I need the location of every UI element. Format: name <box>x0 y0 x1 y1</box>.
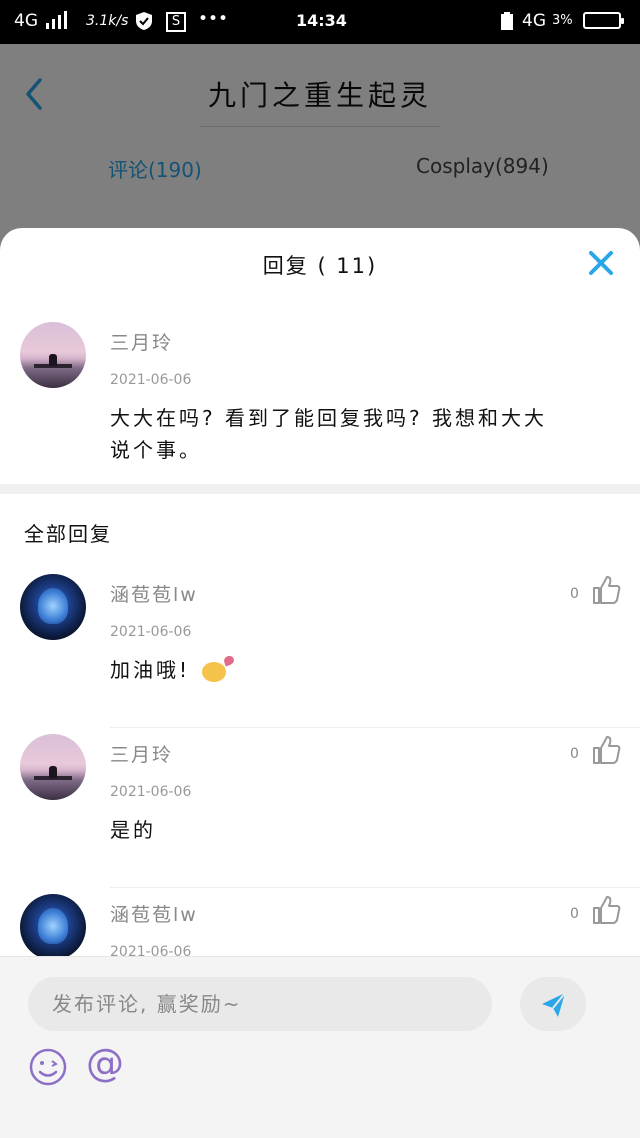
avatar[interactable] <box>20 322 86 388</box>
section-divider <box>0 484 640 494</box>
kiss-emoji-icon <box>202 661 227 682</box>
network-speed: 3.1k/s <box>86 13 129 29</box>
reply-text: 是的 <box>110 818 156 842</box>
close-button[interactable] <box>584 246 618 280</box>
thumbs-up-icon[interactable] <box>590 574 622 606</box>
network-type-right: 4G <box>522 11 546 31</box>
comment-text-line1: 大大在吗? 看到了能回复我吗? 我想和大大 <box>110 406 547 430</box>
reply-author[interactable]: 涵苞苞lw <box>110 580 198 607</box>
thumbs-up-icon[interactable] <box>590 734 622 766</box>
avatar[interactable] <box>20 734 86 800</box>
status-bar: 4G 3.1k/s S ••• 14:34 4G 3% <box>0 0 640 44</box>
all-replies-title: 全部回复 <box>24 522 112 546</box>
avatar[interactable] <box>20 574 86 640</box>
like-count: 0 <box>570 746 579 762</box>
comment-author[interactable]: 三月玲 <box>110 328 173 355</box>
reply-date: 2021-06-06 <box>110 784 192 800</box>
reply-author[interactable]: 三月玲 <box>110 740 173 767</box>
avatar[interactable] <box>20 894 86 960</box>
emoji-icon[interactable] <box>28 1047 68 1087</box>
signal-icon <box>46 11 67 34</box>
battery-saver-icon <box>500 12 514 35</box>
reply-sheet: 回复 ( 11) 三月玲 2021-06-06 大大在吗? 看到了能回复我吗? … <box>0 228 640 1138</box>
shield-icon <box>136 12 152 35</box>
comment-input[interactable]: 发布评论, 赢奖励~ <box>28 977 492 1031</box>
comment-date: 2021-06-06 <box>110 372 192 388</box>
send-button[interactable] <box>520 977 586 1031</box>
reply-author[interactable]: 涵苞苞lw <box>110 900 198 927</box>
mention-button[interactable]: @ <box>86 1041 124 1085</box>
clock: 14:34 <box>296 11 347 30</box>
reply-date: 2021-06-06 <box>110 624 192 640</box>
sim-icon: S <box>166 12 186 32</box>
network-type-left: 4G <box>14 11 38 31</box>
thumbs-up-icon[interactable] <box>590 894 622 926</box>
comment-input-bar: 发布评论, 赢奖励~ @ <box>0 956 640 1138</box>
more-icon: ••• <box>198 9 229 29</box>
sheet-title: 回复 ( 11) <box>262 254 378 278</box>
reply-item: 三月玲 2021-06-06 是的 0 <box>0 728 640 888</box>
reply-item: 涵苞苞lw 2021-06-06 加油哦! 0 <box>0 568 640 728</box>
like-count: 0 <box>570 586 579 602</box>
reply-text: 加油哦! <box>110 654 227 686</box>
battery-percent: 3% <box>552 13 573 28</box>
battery-icon <box>583 12 624 29</box>
comment-text-line2: 说个事。 <box>110 438 202 462</box>
like-count: 0 <box>570 906 579 922</box>
